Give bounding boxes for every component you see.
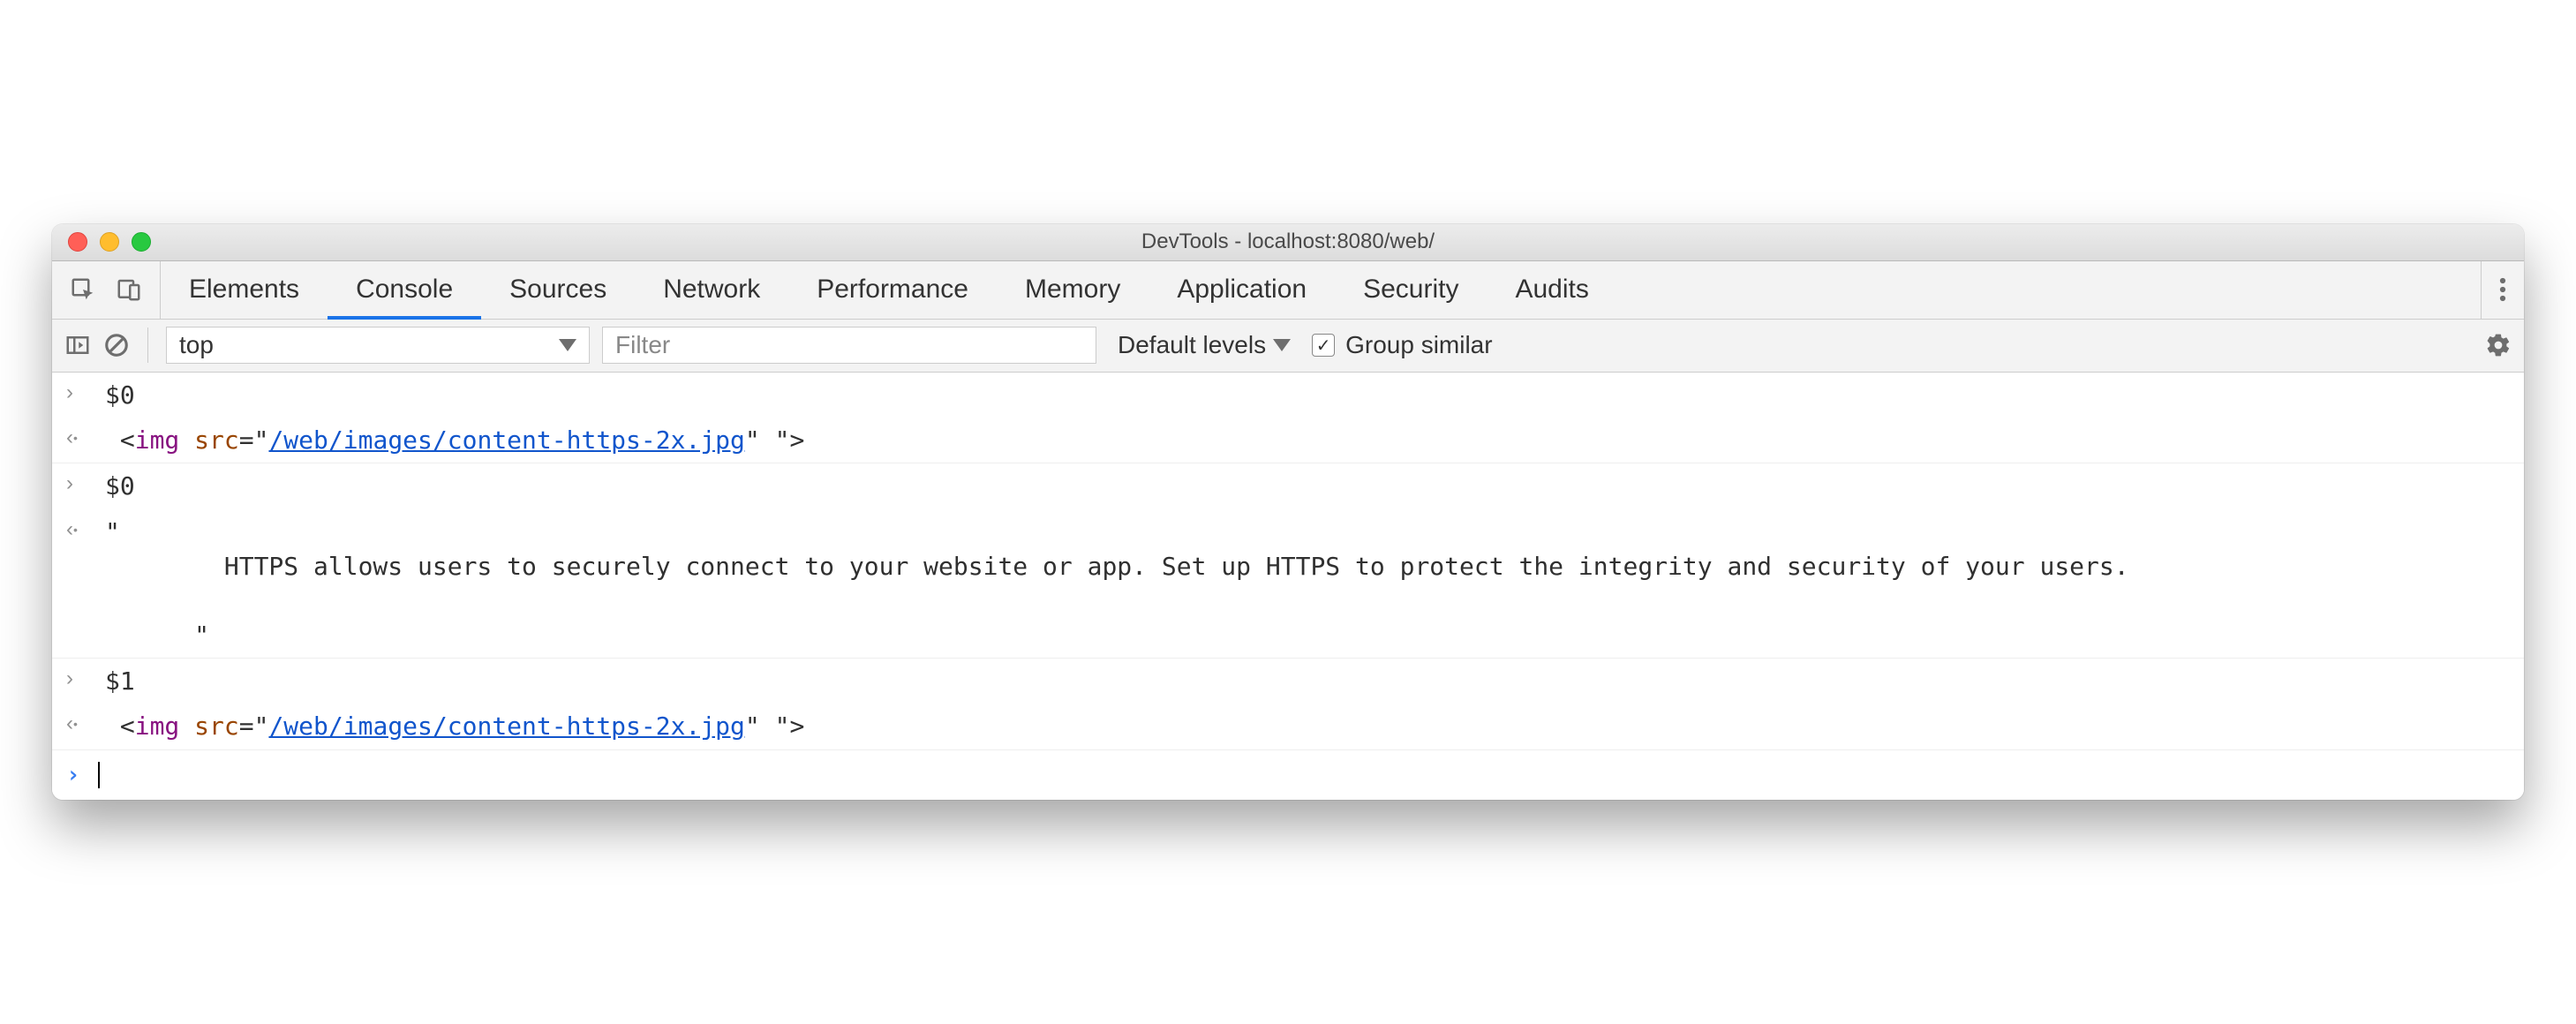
clear-console-icon[interactable] [103,332,130,358]
console-row-content[interactable]: <img src="/web/images/content-https-2x.j… [98,423,2510,457]
window-title: DevTools - localhost:8080/web/ [52,230,2524,254]
chevron-down-icon [559,339,576,351]
console-row-content[interactable]: $1 [98,664,2510,698]
console-row-content[interactable]: <img src="/web/images/content-https-2x.j… [98,709,2510,743]
devtools-window: DevTools - localhost:8080/web/ ElementsC… [52,224,2524,800]
console-toolbar: top Default levels ✓ Group similar [52,320,2524,373]
console-link[interactable]: /web/images/content-https-2x.jpg [268,425,744,455]
log-levels-select[interactable]: Default levels [1109,331,1299,359]
levels-label: Default levels [1118,331,1266,359]
close-window-button[interactable] [68,232,87,252]
maximize-window-button[interactable] [132,232,151,252]
console-link[interactable]: /web/images/content-https-2x.jpg [268,712,744,741]
tab-performance[interactable]: Performance [788,261,997,319]
group-similar-label: Group similar [1345,331,1492,359]
prompt-caret-icon: › [66,759,98,791]
tab-application[interactable]: Application [1149,261,1335,319]
tab-security[interactable]: Security [1335,261,1487,319]
minimize-window-button[interactable] [100,232,119,252]
context-value: top [179,331,214,359]
device-toggle-icon[interactable] [116,276,142,303]
group-similar-checkbox[interactable]: ✓ Group similar [1312,331,1492,359]
console-input-row: ›$1 [52,659,2524,704]
tab-elements[interactable]: Elements [161,261,328,319]
text-cursor [98,762,100,788]
chevron-down-icon [1273,339,1291,351]
console-row-content[interactable]: $0 [98,469,2510,503]
console-settings-icon[interactable] [2485,332,2512,358]
input-caret-icon: › [66,664,98,698]
more-options-icon[interactable] [2499,276,2506,303]
tab-network[interactable]: Network [635,261,788,319]
console-output-row: ‹• <img src="/web/images/content-https-2… [52,704,2524,749]
input-caret-icon: › [66,469,98,503]
traffic-lights [68,232,151,252]
execution-context-select[interactable]: top [166,327,590,364]
console-input-row: ›$0 [52,373,2524,418]
titlebar[interactable]: DevTools - localhost:8080/web/ [52,224,2524,261]
devtools-tabs: ElementsConsoleSourcesNetworkPerformance… [161,261,1617,319]
tab-sources[interactable]: Sources [481,261,635,319]
tab-audits[interactable]: Audits [1487,261,1616,319]
output-caret-icon: ‹• [66,709,98,743]
input-caret-icon: › [66,378,98,412]
console-row-content[interactable]: $0 [98,378,2510,412]
console-output-row: ‹•" HTTPS allows users to securely conne… [52,509,2524,659]
tab-console[interactable]: Console [328,261,481,319]
html-tag: img [135,712,180,741]
html-attr: src [194,425,239,455]
console-row-content[interactable]: " HTTPS allows users to securely connect… [98,515,2510,653]
output-caret-icon: ‹• [66,423,98,457]
console-input-row: ›$0 [52,463,2524,508]
inspect-toolgroup [52,261,161,319]
more-toolgroup [2481,261,2524,319]
console-output-row: ‹• <img src="/web/images/content-https-2… [52,418,2524,463]
inspect-element-icon[interactable] [70,276,96,303]
console-prompt[interactable]: › [52,750,2524,800]
devtools-tabbar: ElementsConsoleSourcesNetworkPerformance… [52,261,2524,320]
filter-input[interactable] [602,327,1096,364]
console-sidebar-toggle-icon[interactable] [64,332,91,358]
html-attr: src [194,712,239,741]
output-caret-icon: ‹• [66,515,98,653]
console-output[interactable]: ›$0‹• <img src="/web/images/content-http… [52,373,2524,800]
tab-memory[interactable]: Memory [997,261,1149,319]
html-tag: img [135,425,180,455]
checkbox-icon: ✓ [1312,334,1335,357]
